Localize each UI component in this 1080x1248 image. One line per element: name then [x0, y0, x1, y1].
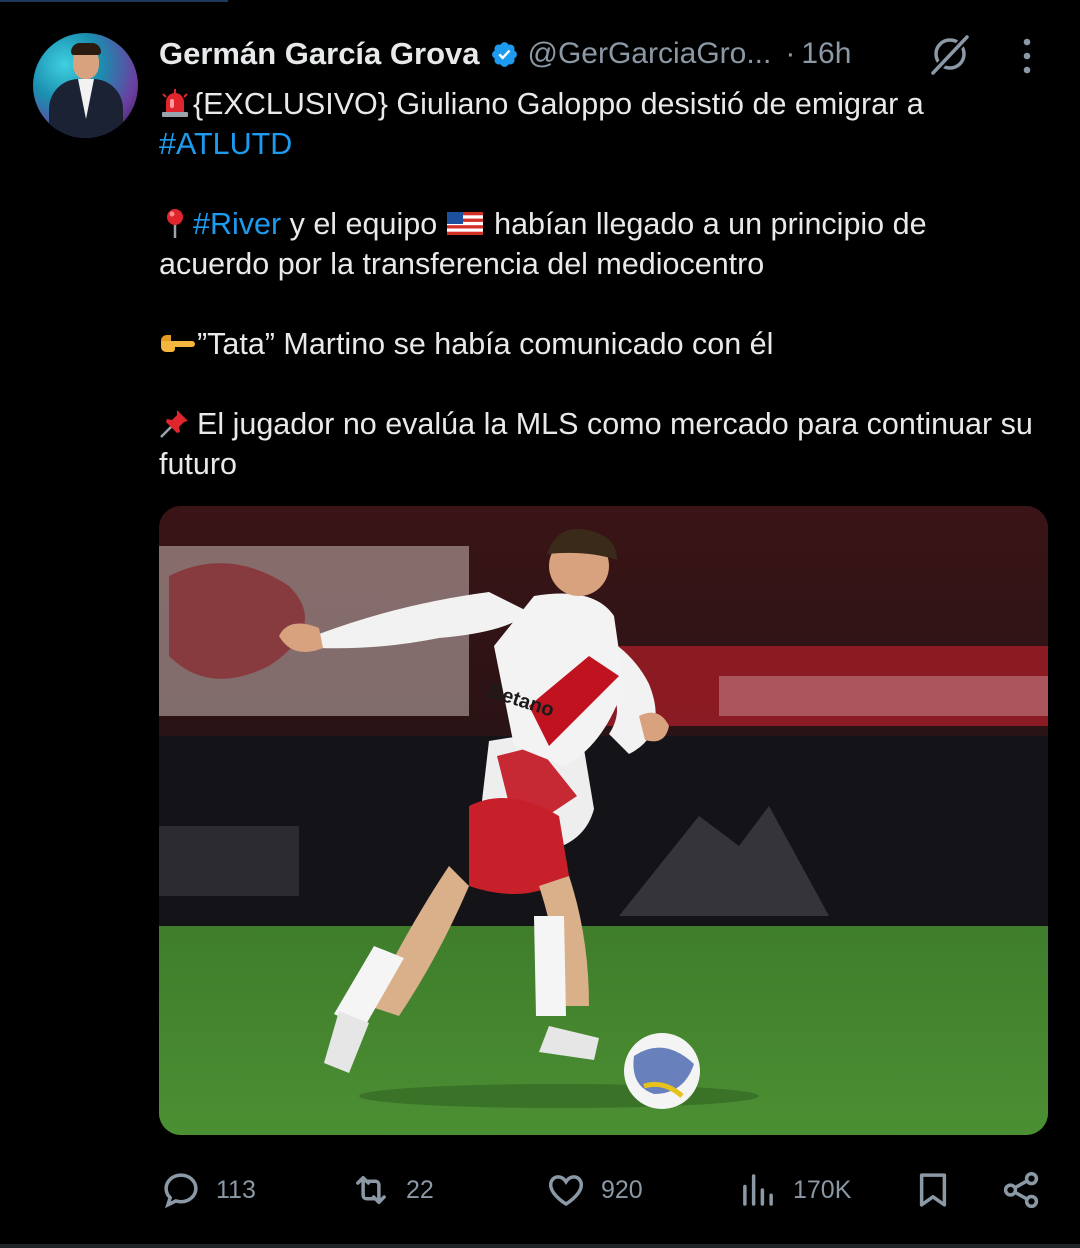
bookmark-button[interactable] — [912, 1160, 954, 1220]
grok-icon[interactable] — [926, 30, 974, 78]
pushpin-icon — [159, 407, 195, 439]
more-options-icon[interactable] — [1010, 34, 1044, 78]
round-pushpin-icon — [159, 207, 191, 239]
tweet-header: Germán García Grova @GerGarciaGro... · 1… — [159, 34, 851, 74]
reply-count: 113 — [216, 1175, 256, 1204]
tweet-line-1: {EXCLUSIVO} Giuliano Galoppo desistió de… — [193, 87, 924, 121]
bookmark-icon — [919, 1173, 947, 1207]
verified-badge-icon — [490, 40, 519, 69]
tweet-time[interactable]: 16h — [801, 37, 851, 71]
share-icon — [1003, 1171, 1039, 1209]
views-icon — [743, 1174, 773, 1206]
tweet-media-image[interactable]: Betano — [159, 506, 1048, 1135]
football-player-photo: Betano — [159, 506, 1048, 1135]
heart-icon — [548, 1175, 584, 1207]
reply-icon — [164, 1173, 198, 1209]
repost-count: 22 — [406, 1175, 434, 1204]
author-handle[interactable]: @GerGarciaGro... — [528, 37, 772, 71]
share-button[interactable] — [1000, 1160, 1042, 1220]
bottom-divider — [0, 1244, 1080, 1248]
like-button[interactable]: 920 — [545, 1160, 643, 1220]
hashtag-river[interactable]: #River — [193, 207, 281, 241]
tweet-paragraph-4: El jugador no evalúa la MLS como mercado… — [159, 404, 1039, 484]
pointing-right-icon — [159, 327, 195, 359]
tweet-paragraph-4-text: El jugador no evalúa la MLS como mercado… — [159, 407, 1033, 481]
tweet-paragraph-2-text-a: y el equipo — [289, 207, 438, 241]
avatar[interactable] — [33, 33, 138, 138]
separator-dot: · — [785, 37, 796, 70]
tweet-paragraph-2: #River y el equipo habían llegado a un p… — [159, 204, 1039, 284]
views-button[interactable]: 170K — [737, 1160, 851, 1220]
repost-icon — [356, 1176, 386, 1204]
top-divider — [0, 0, 228, 2]
author-name[interactable]: Germán García Grova — [159, 36, 480, 72]
views-count: 170K — [793, 1175, 852, 1204]
like-count: 920 — [601, 1175, 643, 1204]
tweet-actions-bar: 113 22 920 170K — [0, 1160, 1080, 1220]
hashtag-atlutd[interactable]: #ATLUTD — [159, 127, 292, 161]
tweet-paragraph-3-text: ”Tata” Martino se había comunicado con é… — [197, 327, 774, 361]
repost-button[interactable]: 22 — [350, 1160, 434, 1220]
tweet-paragraph-3: ”Tata” Martino se había comunicado con é… — [159, 324, 1039, 364]
tweet-paragraph-1: {EXCLUSIVO} Giuliano Galoppo desistió de… — [159, 84, 1039, 164]
tweet-text: {EXCLUSIVO} Giuliano Galoppo desistió de… — [159, 84, 1039, 484]
reply-button[interactable]: 113 — [160, 1160, 256, 1220]
rotating-light-icon — [159, 87, 191, 119]
avatar-hair — [71, 43, 101, 55]
us-flag-icon — [446, 207, 484, 239]
